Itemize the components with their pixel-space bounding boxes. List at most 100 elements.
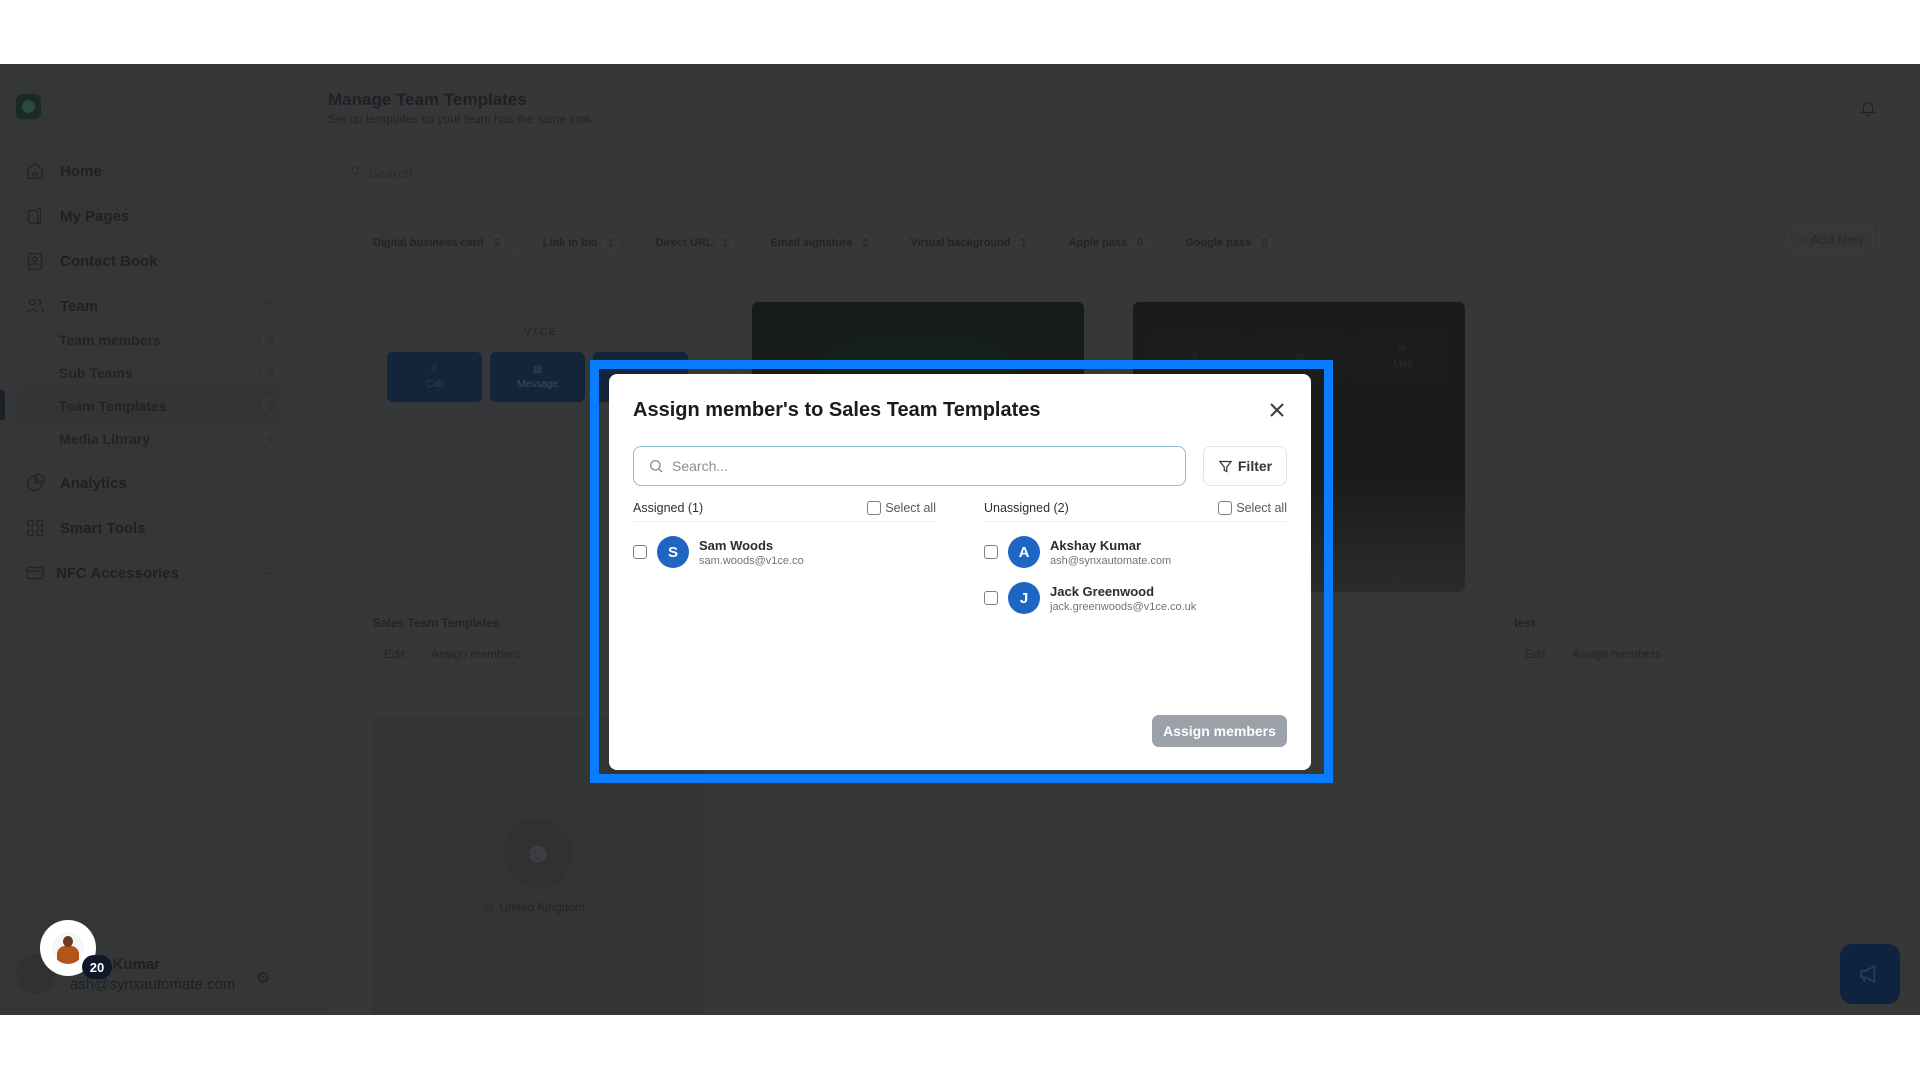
member-email: sam.woods@v1ce.co	[699, 554, 804, 567]
member-row[interactable]: J Jack Greenwood jack.greenwoods@v1ce.co…	[984, 582, 1287, 614]
sidebar-item-nfc-accessories[interactable]: NFC Accessories	[24, 562, 179, 584]
tab-label: Digital business card	[373, 237, 484, 249]
select-all-checkbox[interactable]	[867, 500, 882, 515]
sidebar-item-sub-teams[interactable]: Sub Teams 3	[59, 365, 279, 381]
filter-button[interactable]: Filter	[1203, 446, 1287, 486]
chevron-up-icon[interactable]: ⌃	[262, 298, 272, 312]
template-card[interactable]	[1500, 284, 1868, 744]
add-new-label: Add New	[1810, 231, 1864, 247]
bell-icon	[1860, 102, 1876, 116]
select-all-label: Select all	[885, 500, 936, 515]
sidebar-item-label: Team Templates	[59, 398, 167, 414]
gear-icon[interactable]: ⚙	[256, 968, 270, 988]
add-new-button[interactable]: + Add New	[1788, 227, 1874, 251]
template-search[interactable]: ⚲ Search	[350, 164, 413, 181]
tab-count: 0	[1133, 235, 1148, 251]
sidebar-item-team[interactable]: Team	[24, 295, 98, 317]
sidebar-item-label: Media Library	[59, 431, 151, 447]
sidebar-item-label: Team members	[59, 332, 161, 348]
tab-email-signature[interactable]: Email signature 1	[755, 228, 889, 258]
tile-label: Message	[517, 379, 558, 390]
member-email: jack.greenwoods@v1ce.co.uk	[1050, 600, 1197, 613]
tab-label: Email signature	[770, 237, 853, 249]
tab-label: Virtual background	[910, 237, 1011, 249]
home-icon	[27, 162, 43, 179]
sidebar-item-team-templates[interactable]: Team Templates i	[59, 398, 279, 414]
edit-button[interactable]: Edit	[373, 642, 416, 666]
grid-icon	[27, 520, 43, 536]
tab-link-in-bio[interactable]: Link in bio 1	[527, 228, 634, 258]
page-subtitle: Set up templates so your team has the sa…	[328, 112, 595, 126]
assign-members-button[interactable]: Assign members	[420, 642, 532, 666]
assign-members-modal: Assign member's to Sales Team Templates …	[609, 374, 1311, 770]
member-row[interactable]: S Sam Woods sam.woods@v1ce.co	[633, 536, 936, 568]
tab-apple-pass[interactable]: Apple pass 0	[1052, 228, 1163, 258]
filter-label: Filter	[1237, 458, 1273, 474]
chevron-down-icon[interactable]: ⌄	[262, 564, 272, 578]
select-all-checkbox[interactable]	[1218, 500, 1233, 515]
sidebar-item-my-pages[interactable]: My Pages	[24, 205, 129, 227]
notifications-button[interactable]	[1850, 90, 1886, 126]
message-tile: ▤ Message	[490, 352, 585, 402]
count-badge: 3	[263, 332, 279, 348]
sidebar-item-analytics[interactable]: Analytics	[24, 472, 127, 494]
assigned-column: Assigned (1) Select all S Sam Woods sam.…	[633, 500, 936, 568]
search-icon: ⚲	[350, 164, 361, 180]
assign-members-button[interactable]: Assign members	[1561, 642, 1673, 666]
sidebar: Home My Pages Contact Book Team ⌃ Team m…	[0, 64, 330, 1015]
close-button[interactable]	[1265, 398, 1289, 422]
sidebar-item-label: Contact Book	[60, 252, 158, 270]
assign-members-submit-button[interactable]: Assign members	[1152, 715, 1287, 747]
member-name: Akshay Kumar	[1050, 537, 1142, 553]
plus-icon: +	[1798, 231, 1807, 247]
unassigned-select-all[interactable]: Select all	[1218, 500, 1287, 515]
sidebar-item-team-members[interactable]: Team members 3	[59, 332, 279, 348]
filter-icon	[1218, 460, 1233, 473]
edit-button[interactable]: Edit	[1514, 642, 1557, 666]
location-text: United Kingdom	[499, 900, 585, 914]
sidebar-item-media-library[interactable]: Media Library i	[59, 431, 279, 447]
card-icon	[26, 566, 44, 580]
member-checkbox[interactable]	[984, 591, 998, 605]
member-checkbox[interactable]	[633, 545, 647, 559]
assigned-select-all[interactable]: Select all	[867, 500, 936, 515]
member-row[interactable]: A Akshay Kumar ash@synxautomate.com	[984, 536, 1287, 568]
modal-title: Assign member's to Sales Team Templates	[633, 399, 1041, 421]
tab-label: Google pass	[1185, 237, 1252, 249]
message-icon: ▤	[532, 364, 543, 375]
unassigned-column: Unassigned (2) Select all A Akshay Kumar…	[984, 500, 1287, 614]
sidebar-item-smart-tools[interactable]: Smart Tools	[24, 517, 146, 539]
count-badge: 3	[263, 365, 279, 381]
active-indicator	[0, 390, 5, 420]
megaphone-icon	[1860, 965, 1876, 983]
sidebar-item-home[interactable]: Home	[24, 160, 102, 182]
notification-count-badge: 20	[82, 955, 112, 979]
avatar: J	[1008, 582, 1040, 614]
brand-logo[interactable]	[16, 94, 41, 119]
search-placeholder: Search	[368, 164, 413, 181]
tab-count: 1	[858, 235, 873, 251]
assigned-heading: Assigned (1)	[633, 500, 704, 515]
tab-label: Direct URL	[655, 237, 713, 249]
tab-digital-business-card[interactable]: Digital business card 5	[356, 228, 521, 258]
tab-count: 1	[603, 235, 618, 251]
select-all-label: Select all	[1236, 500, 1287, 515]
member-search-input[interactable]	[672, 458, 1172, 474]
template-type-tabs: Digital business card 5 Link in bio 1 Dire…	[356, 228, 1293, 258]
tab-label: Apple pass	[1068, 237, 1128, 249]
feedback-button[interactable]	[1840, 944, 1900, 1004]
sidebar-item-label: My Pages	[60, 207, 130, 225]
tile-label: Call	[425, 379, 444, 390]
mail-icon: ✉	[1398, 344, 1407, 355]
phone-icon: ✆	[430, 364, 439, 375]
tab-direct-url[interactable]: Direct URL 1	[640, 228, 749, 258]
sidebar-item-label: Analytics	[60, 474, 127, 492]
member-name: Jack Greenwood	[1050, 583, 1155, 599]
tab-google-pass[interactable]: Google pass 0	[1169, 228, 1287, 258]
sidebar-item-contact-book[interactable]: Contact Book	[24, 250, 158, 272]
tile-label: Mail	[1393, 359, 1412, 370]
member-checkbox[interactable]	[984, 545, 998, 559]
profile-photo	[52, 932, 84, 964]
sidebar-item-label: Team	[60, 297, 99, 315]
tab-virtual-background[interactable]: Virtual background 1	[894, 228, 1046, 258]
